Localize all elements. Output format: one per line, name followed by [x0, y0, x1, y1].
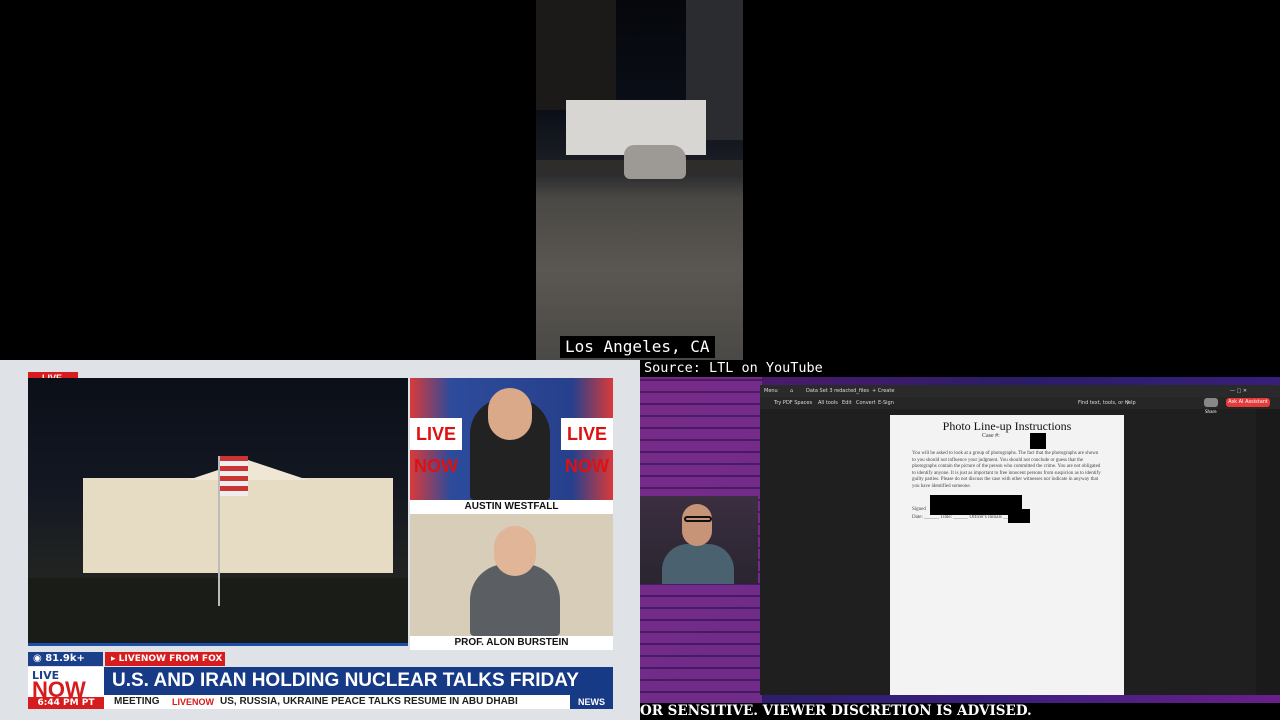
pdf-page: Photo Line-up Instructions Case #: You w… — [890, 415, 1124, 695]
share-label: Share — [1205, 409, 1217, 414]
right-sidebar — [1256, 409, 1280, 695]
location-caption: Los Angeles, CA — [560, 336, 715, 358]
menu-button[interactable]: Menu — [764, 386, 778, 396]
window-titlebar: Menu ⌂ Data Set 3 redacted_files + Creat… — [760, 385, 1280, 397]
guest2-name: PROF. ALON BURSTEIN — [410, 636, 613, 650]
streamer-body — [662, 544, 734, 584]
tool-esign[interactable]: E-Sign — [878, 398, 894, 408]
home-icon[interactable]: ⌂ — [790, 386, 793, 396]
tab-create[interactable]: + Create — [872, 386, 894, 396]
tool-edit[interactable]: Edit — [842, 398, 852, 408]
white-house-portico — [188, 460, 308, 480]
broadcast-time: 6:44 PM PT — [28, 697, 104, 709]
tool-pdf-spaces[interactable]: Try PDF Spaces — [774, 398, 812, 408]
news-crawl: MEETING LIVENOW US, RUSSIA, UKRAINE PEAC… — [104, 695, 613, 709]
stream-panel: Menu ⌂ Data Set 3 redacted_files + Creat… — [640, 377, 1280, 703]
lower-third-top: ◉ 81.9k+ ▸ LIVENOW FROM FOX — [28, 652, 613, 666]
crawl-text: US, RUSSIA, UKRAINE PEACE TALKS RESUME I… — [220, 696, 518, 707]
street-camera-feed — [536, 0, 743, 360]
white-house-video — [28, 378, 408, 646]
source-tag-label: LIVENOW FROM FOX — [118, 654, 223, 664]
search-icon[interactable]: ⚲ — [1126, 398, 1130, 408]
viewer-count: ◉ 81.9k+ — [28, 652, 103, 666]
streamer-webcam — [640, 496, 758, 584]
ai-assistant-button[interactable]: Ask AI Assistant — [1226, 398, 1270, 407]
tool-convert[interactable]: Convert — [856, 398, 876, 408]
crawl-news-badge: NEWS — [570, 695, 613, 709]
instructions-body: You will be asked to look at a group of … — [912, 451, 1101, 489]
tab-document[interactable]: Data Set 3 redacted_files — [806, 386, 869, 396]
us-flag-icon — [220, 456, 248, 496]
document-title: Photo Line-up Instructions — [942, 419, 1072, 433]
viewer-discretion-banner: OR SENSITIVE. VIEWER DISCRETION IS ADVIS… — [640, 703, 1280, 720]
crawl-logo: LIVENOW — [172, 697, 214, 707]
source-tag: ▸ LIVENOW FROM FOX — [105, 652, 225, 666]
building-left — [536, 0, 616, 110]
eye-icon: ◉ — [33, 653, 42, 664]
glasses-icon — [684, 516, 712, 522]
guest1-name: AUSTIN WESTFALL — [410, 500, 613, 514]
toolbar: Try PDF Spaces All tools Edit Convert E-… — [760, 397, 1280, 409]
tool-all-tools[interactable]: All tools — [818, 398, 838, 408]
source-caption: Source: LTL on YouTube — [640, 360, 827, 377]
case-label: Case #: — [982, 433, 1000, 439]
streamer-face — [682, 504, 712, 546]
pdf-viewer-window: Menu ⌂ Data Set 3 redacted_files + Creat… — [760, 385, 1280, 695]
date-line: Date: ______ Time: ______ Officer's Init… — [912, 515, 1019, 520]
play-icon: ▸ — [111, 654, 116, 664]
window-controls[interactable]: — □ ✕ — [1230, 386, 1247, 396]
crawl-left: MEETING — [114, 696, 160, 707]
redaction-box — [1030, 433, 1046, 449]
redaction-box-initials — [1008, 509, 1030, 523]
share-button[interactable]: Share — [1204, 398, 1218, 414]
viewer-count-value: 81.9k+ — [45, 653, 85, 664]
guest-video-anchor: LIVE NOW LIVE NOW — [410, 378, 613, 500]
anchor-face — [488, 388, 532, 440]
livenow-logo-left: LIVE NOW — [410, 418, 462, 476]
livenow-logo-right: LIVE NOW — [561, 418, 613, 476]
professor-face — [494, 526, 536, 576]
signed-label: Signed — [912, 507, 926, 512]
car — [624, 145, 686, 179]
headline: U.S. AND IRAN HOLDING NUCLEAR TALKS FRID… — [104, 667, 613, 695]
guest-video-professor — [410, 514, 613, 636]
